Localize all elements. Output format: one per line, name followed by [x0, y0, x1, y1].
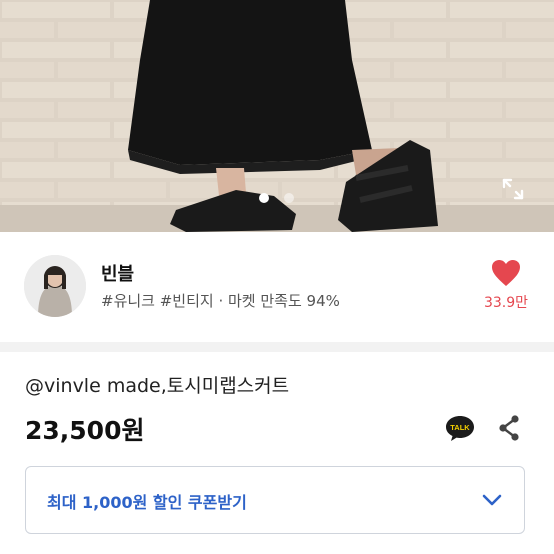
coupon-button[interactable]: 최대 1,000원 할인 쿠폰받기 [25, 466, 525, 534]
expand-icon[interactable] [498, 174, 528, 204]
slide-indicator [0, 193, 554, 203]
slide-dot-active[interactable] [259, 193, 269, 203]
seller-name[interactable]: 빈블 [101, 260, 134, 286]
product-title: @vinvle made,토시미랩스커트 [25, 375, 290, 397]
section-divider [0, 342, 554, 352]
like-count: 33.9만 [483, 295, 529, 311]
kakaotalk-icon[interactable]: TALK [445, 414, 475, 442]
chevron-down-icon [481, 492, 503, 508]
seller-section[interactable]: 빈블 #유니크 #빈티지 · 마켓 만족도 94% 33.9만 [0, 232, 554, 342]
slide-dot[interactable] [284, 193, 294, 203]
talk-label: TALK [450, 423, 470, 432]
product-image[interactable] [0, 0, 554, 232]
seller-tags: #유니크 #빈티지 · 마켓 만족도 94% [101, 292, 340, 310]
seller-avatar[interactable] [24, 255, 86, 317]
coupon-label: 최대 1,000원 할인 쿠폰받기 [47, 493, 247, 512]
share-icon[interactable] [497, 415, 521, 441]
product-price: 23,500원 [25, 416, 145, 445]
heart-icon[interactable] [491, 259, 521, 287]
